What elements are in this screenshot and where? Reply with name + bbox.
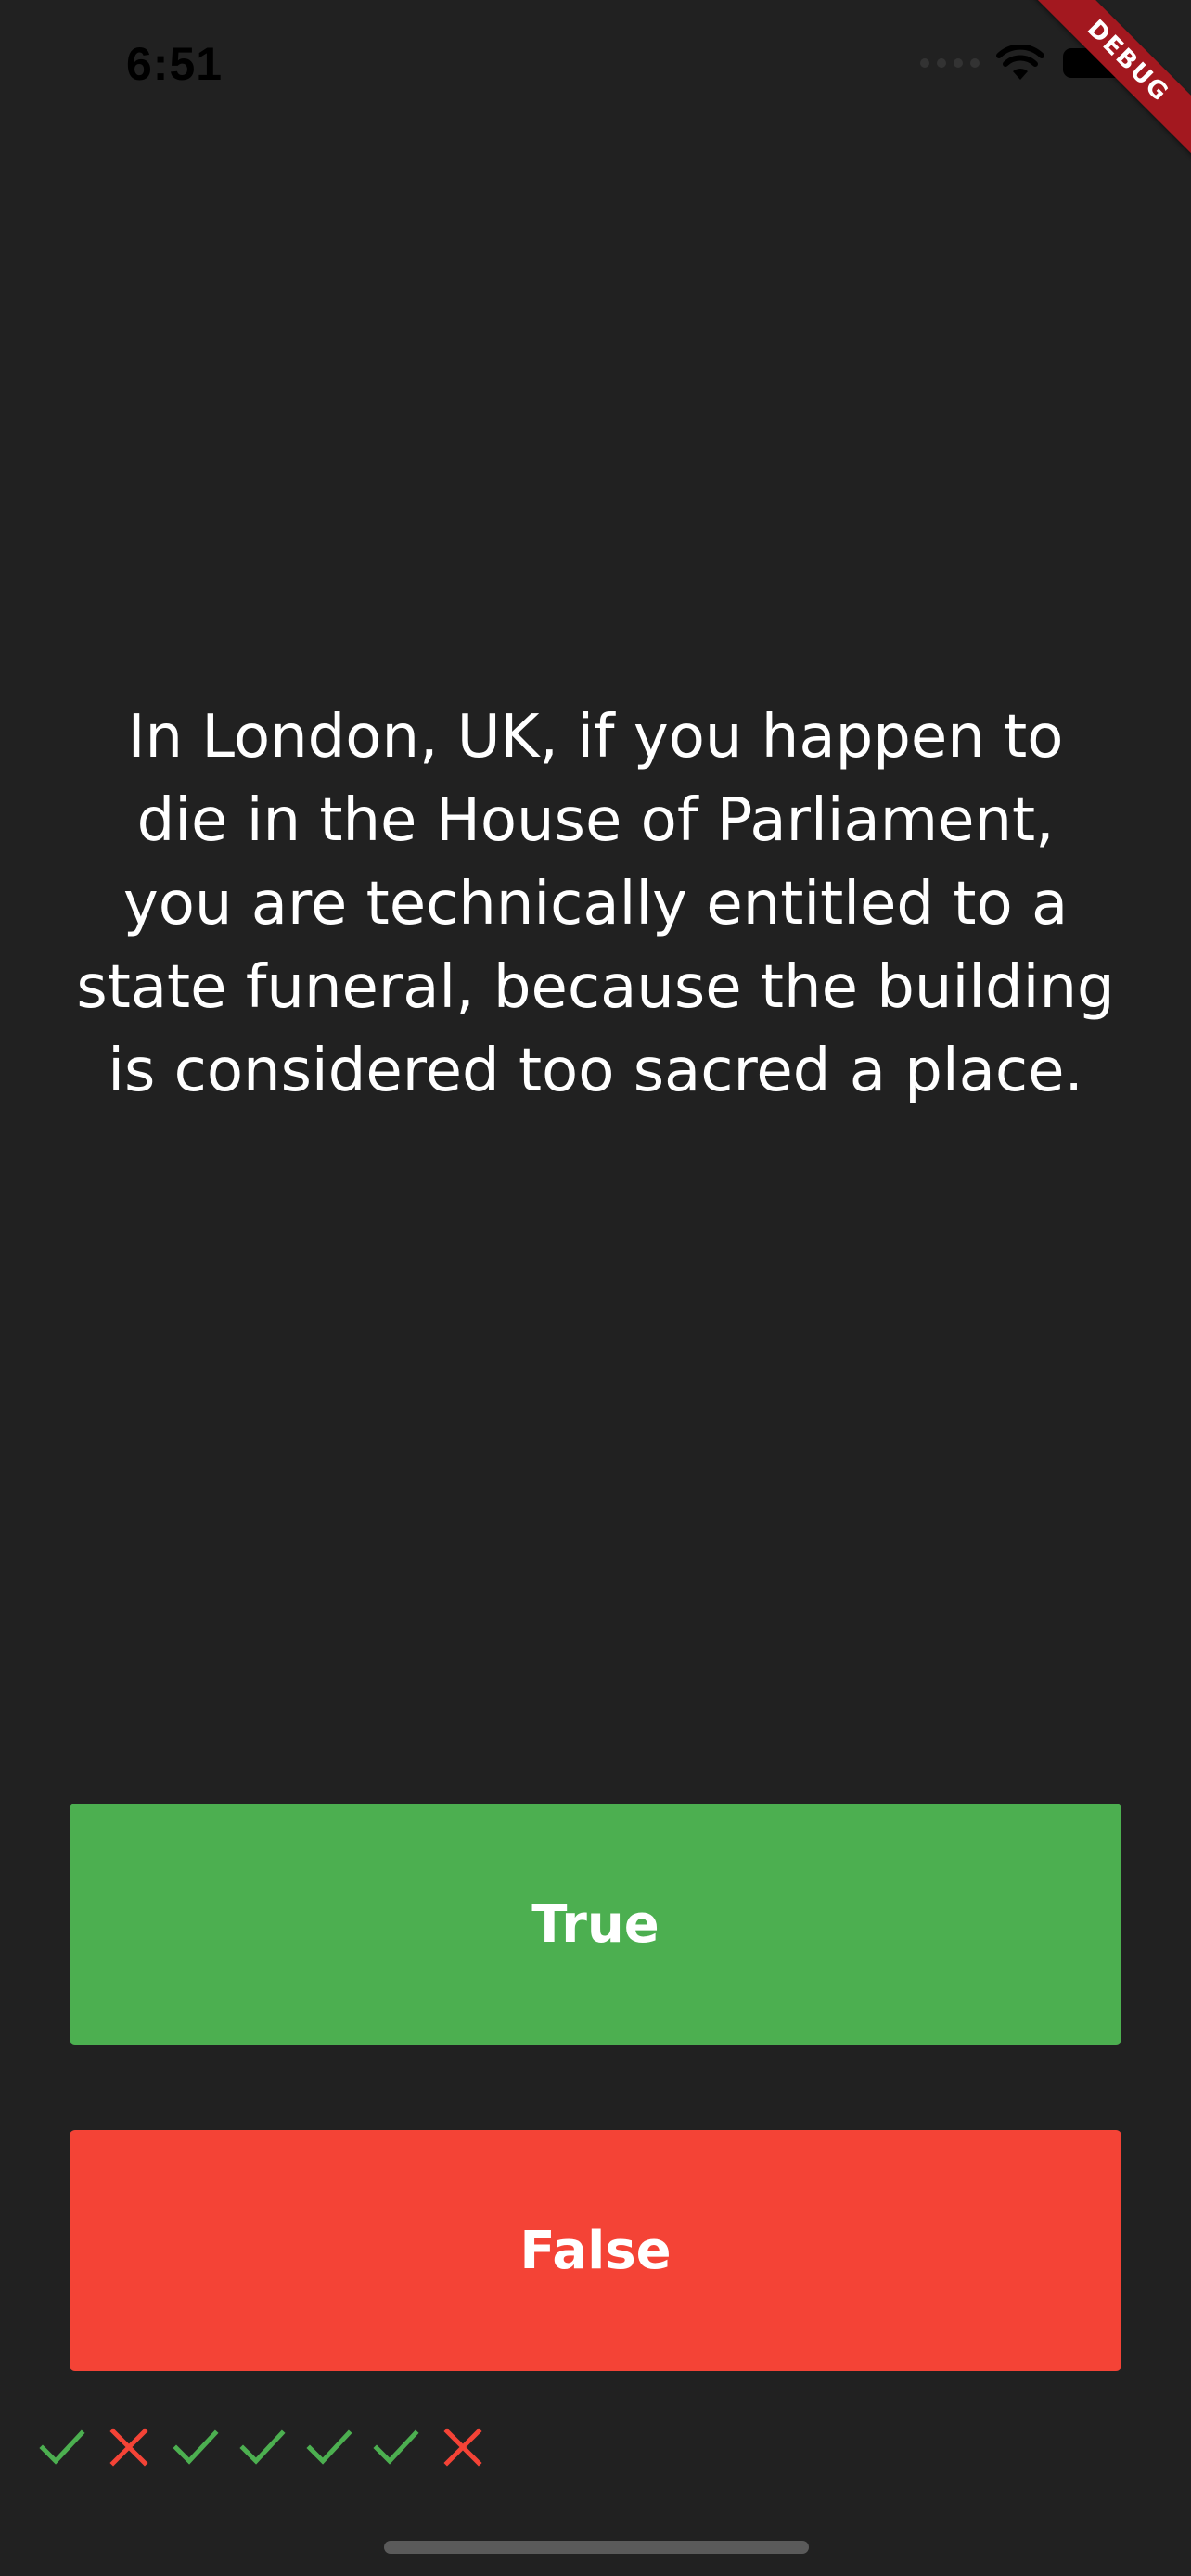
true-button[interactable]: True xyxy=(70,1804,1121,2045)
check-icon xyxy=(169,2420,223,2474)
home-indicator[interactable] xyxy=(384,2541,809,2554)
status-time: 6:51 xyxy=(126,38,224,90)
check-icon xyxy=(302,2420,356,2474)
debug-ribbon-label: DEBUG xyxy=(1028,0,1191,161)
check-icon xyxy=(369,2420,423,2474)
debug-banner: DEBUG xyxy=(1005,0,1191,185)
score-keeper xyxy=(35,2420,490,2474)
cross-icon xyxy=(436,2420,490,2474)
question-text: In London, UK, if you happen to die in t… xyxy=(76,703,1115,1105)
check-icon xyxy=(35,2420,89,2474)
cross-icon xyxy=(102,2420,156,2474)
check-icon xyxy=(236,2420,289,2474)
cellular-signal-icon xyxy=(920,58,980,68)
false-button[interactable]: False xyxy=(70,2130,1121,2371)
